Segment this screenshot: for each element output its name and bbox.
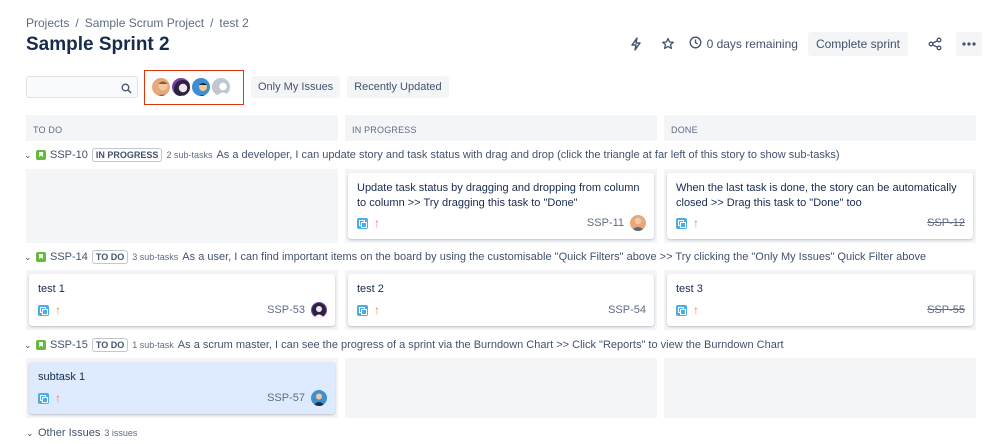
issue-card[interactable]: When the last task is done, the story ca…: [667, 173, 973, 239]
issue-key[interactable]: SSP-57: [267, 392, 305, 404]
chevron-down-icon[interactable]: ⌄: [24, 252, 32, 263]
assignee-avatar: [311, 390, 327, 406]
swimlane-key[interactable]: SSP-10: [50, 149, 88, 161]
card-summary: subtask 1: [38, 371, 86, 383]
subtask-icon: [357, 304, 368, 316]
breadcrumb-projects[interactable]: Projects: [26, 16, 69, 30]
only-my-issues-filter[interactable]: Only My Issues: [251, 76, 341, 98]
breadcrumb-project[interactable]: Sample Scrum Project: [85, 16, 204, 30]
unassigned-avatar[interactable]: [210, 76, 232, 98]
swimlane-header[interactable]: ⌄ SSP-10 IN PROGRESS 2 sub-tasks As a de…: [24, 148, 840, 162]
swimlane-summary: As a user, I can find important items on…: [182, 251, 927, 263]
priority-icon: ↑: [55, 302, 61, 317]
issue-card[interactable]: Update task status by dragging and dropp…: [348, 173, 654, 239]
assignee-avatar: [630, 215, 646, 231]
swimlane-header[interactable]: ⌄ SSP-14 TO DO 3 sub-tasks As a user, I …: [24, 250, 926, 264]
other-issues-swimlane[interactable]: ⌄ Other Issues 3 issues: [26, 427, 137, 439]
chevron-down-icon[interactable]: ⌄: [26, 428, 34, 439]
filters-bar: Only My Issues Recently Updated: [26, 69, 449, 105]
user-avatar-3[interactable]: [190, 76, 212, 98]
card-footer: ↑ SSP-57: [38, 390, 327, 406]
subtask-icon: [676, 217, 687, 229]
card-summary: test 3: [676, 283, 703, 295]
column-header-done: DONE: [664, 115, 976, 141]
breadcrumb: Projects / Sample Scrum Project / test 2: [26, 16, 249, 30]
priority-icon: ↑: [693, 215, 699, 230]
assignee-avatar: [311, 302, 327, 318]
breadcrumb-item[interactable]: test 2: [219, 16, 248, 30]
status-lozenge: TO DO: [91, 338, 129, 352]
column-header-in-progress: IN PROGRESS: [345, 115, 657, 141]
days-remaining: 0 days remaining: [689, 36, 798, 52]
subtask-icon: [357, 217, 368, 229]
column-header-todo: TO DO: [26, 115, 338, 141]
empty-cell: [664, 358, 976, 418]
user-avatar-2[interactable]: [170, 76, 192, 98]
days-remaining-label: 0 days remaining: [706, 37, 798, 51]
card-summary: test 1: [38, 283, 65, 295]
swimlane-key[interactable]: SSP-15: [50, 339, 88, 351]
issue-card[interactable]: test 2 ↑ SSP-54: [348, 274, 654, 326]
priority-icon: ↑: [374, 215, 380, 230]
other-issues-label: Other Issues: [38, 427, 101, 439]
swimlane-summary: As a developer, I can update story and t…: [216, 149, 840, 161]
swimlane-summary: As a scrum master, I can see the progres…: [177, 339, 784, 351]
clock-icon: [689, 36, 702, 52]
empty-cell: [345, 358, 657, 418]
card-footer: ↑ SSP-54: [357, 302, 646, 318]
subtask-icon: [676, 304, 687, 316]
issue-key[interactable]: SSP-53: [267, 304, 305, 316]
avatar-filter-group: [144, 69, 244, 105]
card-footer: ↑ SSP-11: [357, 215, 646, 231]
subtask-icon: [38, 392, 49, 404]
card-footer: ↑ SSP-55: [676, 302, 965, 318]
issue-card[interactable]: test 1 ↑ SSP-53: [29, 274, 335, 326]
breadcrumb-separator: /: [210, 16, 214, 30]
story-icon: [36, 340, 46, 350]
header-actions: 0 days remaining Complete sprint: [625, 32, 982, 56]
share-icon[interactable]: [924, 33, 946, 55]
issue-key[interactable]: SSP-12: [927, 217, 965, 229]
subtask-count: 2 sub-tasks: [166, 150, 213, 160]
priority-icon: ↑: [374, 302, 380, 317]
issue-card[interactable]: test 3 ↑ SSP-55: [667, 274, 973, 326]
issue-card[interactable]: subtask 1 ↑ SSP-57: [29, 362, 335, 414]
breadcrumb-separator: /: [75, 16, 79, 30]
other-issues-count: 3 issues: [104, 428, 138, 438]
card-summary: Update task status by dragging and dropp…: [357, 182, 640, 209]
status-lozenge: TO DO: [91, 250, 129, 264]
chevron-down-icon[interactable]: ⌄: [24, 340, 32, 351]
subtask-icon: [38, 304, 49, 316]
recently-updated-filter[interactable]: Recently Updated: [347, 76, 449, 98]
subtask-count: 3 sub-tasks: [132, 252, 179, 262]
chevron-down-icon[interactable]: ⌄: [24, 150, 32, 161]
more-actions-button[interactable]: [956, 32, 982, 56]
search-icon: [121, 81, 132, 99]
subtask-count: 1 sub-task: [132, 340, 174, 350]
swimlane-header[interactable]: ⌄ SSP-15 TO DO 1 sub-task As a scrum mas…: [24, 338, 784, 352]
card-footer: ↑ SSP-12: [676, 215, 965, 231]
lightning-icon[interactable]: [625, 33, 647, 55]
story-icon: [36, 150, 46, 160]
swimlane-key[interactable]: SSP-14: [50, 251, 88, 263]
priority-icon: ↑: [693, 302, 699, 317]
empty-cell: [26, 169, 338, 243]
issue-key[interactable]: SSP-11: [587, 217, 624, 229]
status-lozenge: IN PROGRESS: [91, 148, 163, 162]
page-title: Sample Sprint 2: [26, 34, 170, 55]
complete-sprint-button[interactable]: Complete sprint: [807, 32, 908, 56]
priority-icon: ↑: [55, 390, 61, 405]
search-box: [26, 76, 138, 98]
more-icon: [962, 42, 976, 46]
card-summary: When the last task is done, the story ca…: [676, 182, 957, 209]
card-footer: ↑ SSP-53: [38, 302, 327, 318]
user-avatar-1[interactable]: [150, 76, 172, 98]
card-summary: test 2: [357, 283, 384, 295]
issue-key[interactable]: SSP-54: [608, 304, 646, 316]
star-icon[interactable]: [657, 33, 679, 55]
story-icon: [36, 252, 46, 262]
issue-key[interactable]: SSP-55: [927, 304, 965, 316]
